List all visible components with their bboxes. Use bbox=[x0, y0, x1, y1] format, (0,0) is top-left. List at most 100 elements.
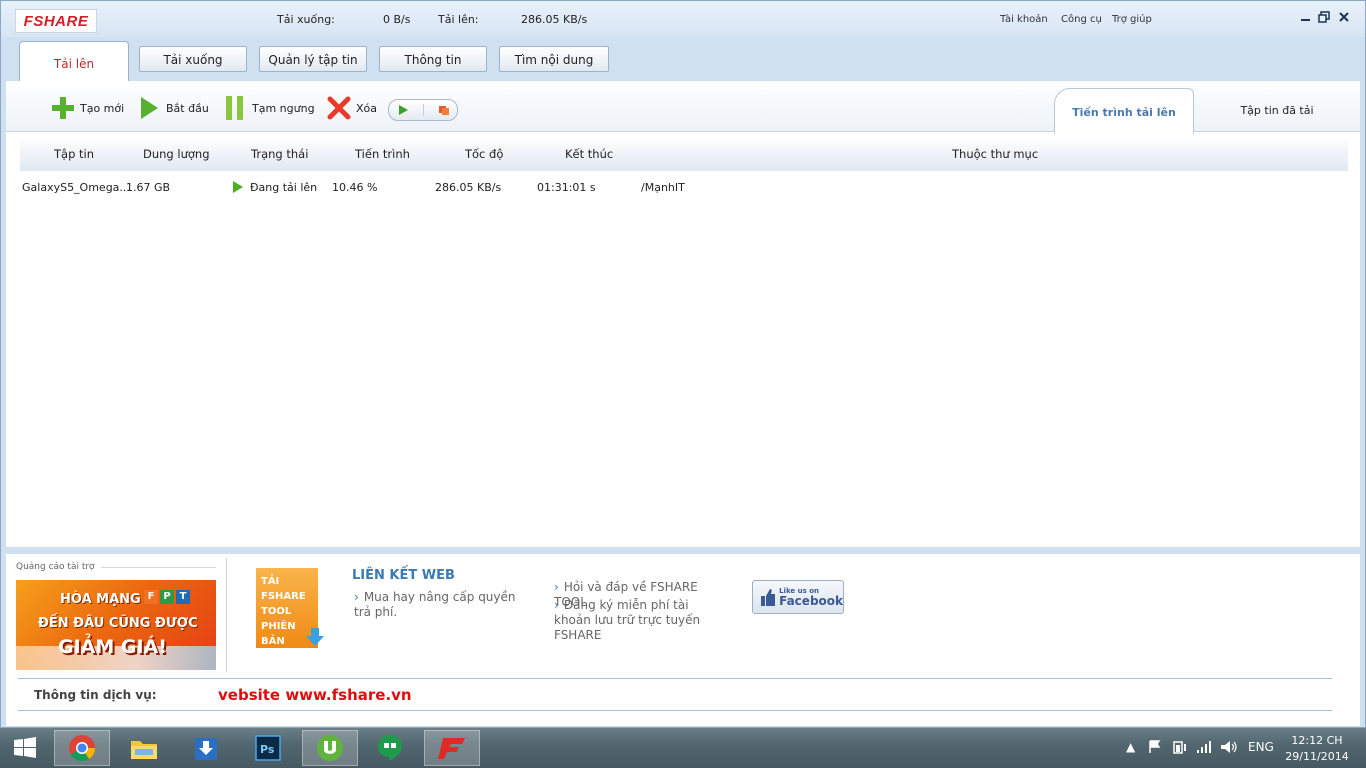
play-small-icon[interactable] bbox=[396, 103, 410, 117]
download-speed: 0 B/s bbox=[383, 13, 411, 26]
menu-account[interactable]: Tài khoản bbox=[1000, 14, 1048, 25]
download-tray-icon bbox=[195, 738, 217, 760]
delete-button[interactable]: Xóa bbox=[326, 95, 377, 121]
tray-arrow-icon[interactable]: ▲ bbox=[1126, 740, 1135, 754]
cell-folder: /MạnhIT bbox=[641, 181, 685, 194]
delete-icon bbox=[327, 96, 351, 120]
tab-info[interactable]: Thông tin bbox=[379, 46, 487, 72]
taskbar-hangouts[interactable] bbox=[362, 730, 418, 766]
taskbar-chrome[interactable] bbox=[54, 730, 110, 766]
col-speed[interactable]: Tốc độ bbox=[465, 147, 503, 161]
utorrent-icon bbox=[317, 735, 343, 761]
pause-icon bbox=[226, 96, 243, 120]
table-row[interactable]: GalaxyS5_Omega... 1.67 GB Đang tải lên 1… bbox=[20, 177, 1348, 197]
signal-icon[interactable] bbox=[1196, 740, 1212, 757]
battery-icon[interactable] bbox=[1172, 740, 1188, 757]
delete-label: Xóa bbox=[356, 101, 378, 115]
svg-text:Ps: Ps bbox=[260, 743, 275, 756]
upload-speed: 286.05 KB/s bbox=[521, 13, 588, 26]
table-header: Tập tin Dung lượng Trạng thái Tiến trình… bbox=[20, 137, 1348, 171]
flag-icon[interactable] bbox=[1148, 740, 1162, 757]
hangouts-icon bbox=[378, 735, 402, 761]
cell-file: GalaxyS5_Omega... bbox=[22, 181, 130, 194]
subtab-upload-progress[interactable]: Tiến trình tải lên bbox=[1054, 88, 1194, 134]
volume-icon[interactable] bbox=[1220, 740, 1238, 757]
col-progress[interactable]: Tiến trình bbox=[355, 147, 410, 161]
fpt-line1: HÒA MẠNG bbox=[60, 592, 141, 607]
title-bar: FSHARE Tải xuống: 0 B/s Tải lên: 286.05 … bbox=[1, 1, 1365, 37]
sponsor-label: Quảng cáo tài trợ bbox=[16, 562, 216, 572]
new-button[interactable]: Tạo mới bbox=[50, 95, 124, 121]
taskbar-photoshop[interactable]: Ps bbox=[240, 730, 296, 766]
photoshop-icon: Ps bbox=[255, 735, 281, 761]
cell-speed: 286.05 KB/s bbox=[435, 181, 502, 194]
fpt-ad-banner[interactable]: HÒA MẠNG F P T ĐẾN ĐÂU CŨNG ĐƯỢC GIẢM GI… bbox=[16, 580, 216, 670]
divider bbox=[422, 104, 424, 116]
tab-search[interactable]: Tìm nội dung bbox=[499, 46, 609, 72]
cell-status: Đang tải lên bbox=[250, 181, 318, 194]
chevron-right-icon: › bbox=[354, 590, 359, 604]
plus-icon bbox=[52, 97, 74, 119]
chrome-icon bbox=[69, 735, 96, 762]
col-folder[interactable]: Thuộc thư mục bbox=[952, 147, 1038, 161]
clock-time: 12:12 CH bbox=[1291, 734, 1343, 747]
start-button[interactable]: Bắt đầu bbox=[138, 95, 209, 121]
folder-icon bbox=[131, 741, 157, 759]
taskbar-utorrent[interactable] bbox=[302, 730, 358, 766]
fpt-line3: GIẢM GIÁ! bbox=[58, 636, 167, 658]
download-tool-banner[interactable]: TẢI FSHARE TOOL PHIÊN BẢN MỚI 5.1.6 bbox=[256, 568, 324, 662]
start-button[interactable] bbox=[0, 730, 50, 766]
col-file[interactable]: Tập tin bbox=[54, 147, 94, 161]
windows-icon bbox=[14, 737, 36, 758]
fshare-logo: FSHARE bbox=[15, 9, 97, 33]
menu-help[interactable]: Trợ giúp bbox=[1112, 14, 1152, 25]
thumbs-up-icon bbox=[761, 589, 776, 606]
status-play-icon bbox=[232, 181, 244, 196]
tab-file-manager[interactable]: Quản lý tập tin bbox=[259, 46, 367, 72]
tab-download[interactable]: Tải xuống bbox=[139, 46, 247, 72]
clock-date: 29/11/2014 bbox=[1285, 750, 1349, 763]
play-icon bbox=[141, 97, 158, 119]
new-label: Tạo mới bbox=[80, 101, 125, 115]
links-title: LIÊN KẾT WEB bbox=[352, 568, 455, 583]
col-size[interactable]: Dung lượng bbox=[143, 147, 210, 161]
start-label: Bắt đầu bbox=[166, 101, 209, 115]
fpt-logo: F P T bbox=[144, 590, 190, 604]
taskbar: Ps ▲ ENG 12:12 CH 29/11/2014 bbox=[0, 728, 1366, 768]
cell-size: 1.67 GB bbox=[126, 181, 171, 194]
service-ticker[interactable]: vebsite www.fshare.vn bbox=[218, 686, 412, 704]
taskbar-downloader[interactable] bbox=[178, 730, 234, 766]
pause-label: Tạm ngưng bbox=[252, 101, 315, 115]
link-buy-premium[interactable]: › Mua hay nâng cấp quyền trả phí. bbox=[354, 590, 530, 620]
mini-control-bar bbox=[388, 99, 458, 121]
download-arrow-icon bbox=[306, 628, 324, 646]
system-clock[interactable]: 12:12 CH 29/11/2014 bbox=[1284, 733, 1350, 765]
stop-small-icon[interactable] bbox=[437, 103, 451, 117]
service-label: Thông tin dịch vụ: bbox=[34, 688, 157, 702]
toolbar: Tạo mới Bắt đầu Tạm ngưng Xóa Tiến trình… bbox=[6, 81, 1360, 134]
close-icon[interactable] bbox=[1337, 11, 1351, 25]
cell-end: 01:31:01 s bbox=[537, 181, 596, 194]
menu-tools[interactable]: Công cụ bbox=[1061, 14, 1102, 25]
language-indicator[interactable]: ENG bbox=[1248, 740, 1274, 754]
fpt-line2: ĐẾN ĐÂU CŨNG ĐƯỢC bbox=[38, 616, 198, 631]
taskbar-explorer[interactable] bbox=[116, 730, 172, 766]
facebook-like-button[interactable]: Like us on Facebook bbox=[752, 580, 844, 614]
pause-button[interactable]: Tạm ngưng bbox=[224, 95, 315, 121]
fshare-window: FSHARE Tải xuống: 0 B/s Tải lên: 286.05 … bbox=[0, 0, 1366, 728]
bottom-info-area: Quảng cáo tài trợ HÒA MẠNG F P T ĐẾN ĐÂU… bbox=[6, 554, 1360, 726]
upload-panel: Tạo mới Bắt đầu Tạm ngưng Xóa Tiến trình… bbox=[6, 81, 1360, 547]
tab-upload[interactable]: Tải lên bbox=[19, 41, 129, 83]
chevron-right-icon: › bbox=[554, 598, 559, 612]
taskbar-fshare[interactable] bbox=[424, 730, 480, 766]
restore-icon[interactable] bbox=[1317, 11, 1331, 25]
col-status[interactable]: Trạng thái bbox=[251, 147, 308, 161]
link-register[interactable]: › Đăng ký miễn phí tài khoản lưu trữ trực… bbox=[554, 598, 726, 643]
subtab-uploaded-files[interactable]: Tập tin đã tải bbox=[1232, 87, 1322, 131]
col-end[interactable]: Kết thúc bbox=[565, 147, 613, 161]
divider bbox=[18, 710, 1332, 711]
fb-text: Facebook bbox=[779, 594, 843, 608]
chevron-right-icon: › bbox=[554, 580, 559, 594]
minimize-icon[interactable] bbox=[1299, 11, 1313, 25]
download-label: Tải xuống: bbox=[277, 13, 335, 26]
